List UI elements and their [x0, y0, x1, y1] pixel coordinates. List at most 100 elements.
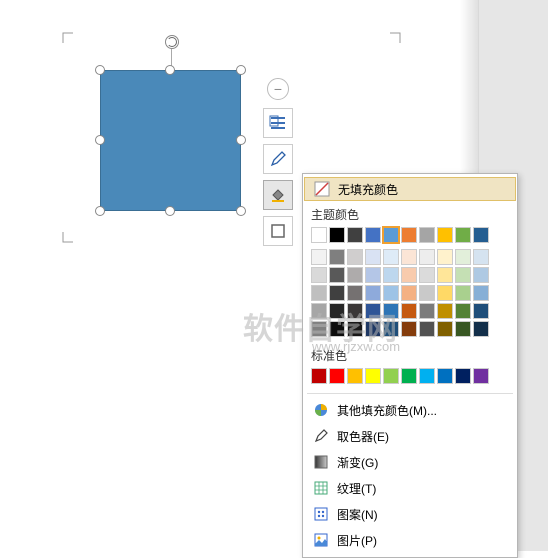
color-swatch[interactable]: [383, 267, 399, 283]
square-outline-icon: [269, 222, 287, 240]
color-swatch[interactable]: [419, 249, 435, 265]
handle-br[interactable]: [236, 206, 246, 216]
color-swatch[interactable]: [455, 368, 471, 384]
gradient-option[interactable]: 渐变(G): [303, 449, 517, 475]
handle-bl[interactable]: [95, 206, 105, 216]
color-swatch[interactable]: [455, 285, 471, 301]
color-swatch[interactable]: [437, 249, 453, 265]
color-swatch[interactable]: [455, 267, 471, 283]
color-swatch[interactable]: [419, 267, 435, 283]
color-swatch[interactable]: [419, 227, 435, 243]
color-swatch[interactable]: [401, 321, 417, 337]
color-swatch[interactable]: [401, 267, 417, 283]
color-swatch[interactable]: [329, 303, 345, 319]
color-swatch[interactable]: [383, 227, 399, 243]
color-swatch[interactable]: [383, 321, 399, 337]
color-swatch[interactable]: [401, 249, 417, 265]
pattern-option[interactable]: 图案(N): [303, 501, 517, 527]
color-swatch[interactable]: [347, 249, 363, 265]
texture-option[interactable]: 纹理(T): [303, 475, 517, 501]
color-swatch[interactable]: [401, 303, 417, 319]
outline-button[interactable]: [263, 144, 293, 174]
color-swatch[interactable]: [437, 285, 453, 301]
color-swatch[interactable]: [365, 321, 381, 337]
color-swatch[interactable]: [311, 227, 327, 243]
color-swatch[interactable]: [329, 249, 345, 265]
color-swatch[interactable]: [329, 227, 345, 243]
color-swatch[interactable]: [419, 368, 435, 384]
color-swatch[interactable]: [311, 285, 327, 301]
color-swatch[interactable]: [365, 303, 381, 319]
color-swatch[interactable]: [383, 303, 399, 319]
no-fill-option[interactable]: 无填充颜色: [304, 177, 516, 201]
color-swatch[interactable]: [401, 227, 417, 243]
color-swatch[interactable]: [437, 303, 453, 319]
color-swatch[interactable]: [419, 303, 435, 319]
fill-button[interactable]: [263, 180, 293, 210]
color-swatch[interactable]: [437, 267, 453, 283]
color-swatch[interactable]: [473, 368, 489, 384]
color-swatch[interactable]: [473, 267, 489, 283]
color-swatch[interactable]: [347, 227, 363, 243]
color-swatch[interactable]: [401, 368, 417, 384]
crop-mark-bl: [62, 231, 74, 243]
color-swatch[interactable]: [347, 368, 363, 384]
color-swatch[interactable]: [383, 285, 399, 301]
color-swatch[interactable]: [473, 321, 489, 337]
color-swatch[interactable]: [347, 285, 363, 301]
rotate-handle[interactable]: [165, 35, 179, 49]
color-swatch[interactable]: [437, 368, 453, 384]
color-swatch[interactable]: [383, 368, 399, 384]
color-swatch[interactable]: [365, 267, 381, 283]
layout-options-button[interactable]: [263, 108, 293, 138]
handle-bm[interactable]: [165, 206, 175, 216]
more-colors-option[interactable]: 其他填充颜色(M)...: [303, 397, 517, 423]
color-swatch[interactable]: [329, 321, 345, 337]
color-swatch[interactable]: [419, 285, 435, 301]
color-swatch[interactable]: [365, 227, 381, 243]
color-swatch[interactable]: [329, 267, 345, 283]
eyedropper-option[interactable]: 取色器(E): [303, 423, 517, 449]
layout-lines-icon: [269, 114, 287, 132]
rectangle-shape[interactable]: [100, 70, 241, 211]
color-swatch[interactable]: [311, 321, 327, 337]
handle-tr[interactable]: [236, 65, 246, 75]
color-swatch[interactable]: [311, 303, 327, 319]
color-swatch[interactable]: [311, 368, 327, 384]
color-swatch[interactable]: [455, 321, 471, 337]
shape-style-button[interactable]: [263, 216, 293, 246]
color-swatch[interactable]: [347, 303, 363, 319]
color-swatch[interactable]: [401, 285, 417, 301]
color-swatch[interactable]: [383, 249, 399, 265]
color-swatch[interactable]: [473, 303, 489, 319]
color-swatch[interactable]: [473, 227, 489, 243]
selected-shape[interactable]: [93, 63, 248, 218]
color-swatch[interactable]: [437, 227, 453, 243]
color-swatch[interactable]: [437, 321, 453, 337]
color-swatch[interactable]: [455, 249, 471, 265]
picture-icon: [311, 530, 331, 550]
color-swatch[interactable]: [365, 249, 381, 265]
handle-ml[interactable]: [95, 135, 105, 145]
shape-float-toolbar: −: [263, 78, 293, 252]
color-swatch[interactable]: [419, 321, 435, 337]
picture-option[interactable]: 图片(P): [303, 527, 517, 553]
handle-tl[interactable]: [95, 65, 105, 75]
color-swatch[interactable]: [365, 285, 381, 301]
color-swatch[interactable]: [365, 368, 381, 384]
color-swatch[interactable]: [473, 249, 489, 265]
handle-mr[interactable]: [236, 135, 246, 145]
crop-mark-tl: [62, 32, 74, 44]
color-swatch[interactable]: [455, 227, 471, 243]
color-swatch[interactable]: [329, 368, 345, 384]
color-swatch[interactable]: [311, 249, 327, 265]
collapse-button[interactable]: −: [267, 78, 289, 100]
color-swatch[interactable]: [347, 267, 363, 283]
color-swatch[interactable]: [311, 267, 327, 283]
color-swatch[interactable]: [473, 285, 489, 301]
color-swatch[interactable]: [329, 285, 345, 301]
picture-label: 图片(P): [337, 532, 377, 549]
color-swatch[interactable]: [347, 321, 363, 337]
color-swatch[interactable]: [455, 303, 471, 319]
handle-tm[interactable]: [165, 65, 175, 75]
